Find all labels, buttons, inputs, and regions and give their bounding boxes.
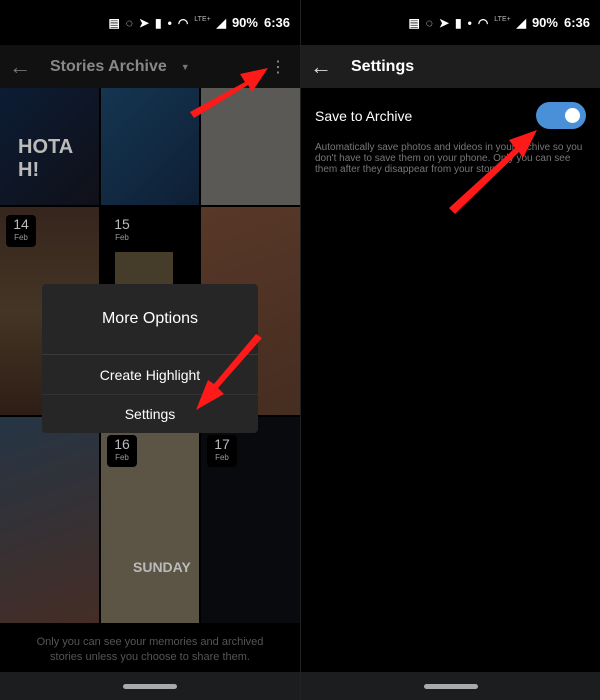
create-highlight-option[interactable]: Create Highlight (42, 355, 258, 394)
battery-level: 90% (531, 15, 558, 30)
story-tile[interactable]: 16 Feb SUNDAY (101, 417, 199, 623)
dot-icon: • (167, 15, 172, 30)
toolbar: ← Settings (301, 45, 600, 88)
page-title[interactable]: Stories Archive (50, 58, 167, 76)
setting-label: Save to Archive (315, 107, 413, 124)
story-tile[interactable] (101, 88, 199, 205)
navigation-bar (301, 672, 600, 700)
home-gesture-handle[interactable] (123, 684, 177, 689)
save-to-archive-row: Save to Archive (315, 102, 586, 129)
tile-caption: SUNDAY (133, 559, 191, 575)
page-title: Settings (351, 57, 415, 75)
story-tile[interactable]: HOTA H! (0, 88, 99, 205)
setting-description: Automatically save photos and videos in … (315, 142, 583, 175)
date-badge: 15 Feb (114, 216, 130, 242)
story-tile[interactable]: 17 Feb (201, 417, 300, 623)
message-icon: ▤ (108, 15, 120, 30)
settings-screen: ▤ ◌ ➤ ▮ • ◠ LTE+ ◢ 90% 6:36 ← Settings S… (300, 0, 600, 700)
wifi-icon: ◠ (177, 15, 189, 30)
status-bar: ▤ ◌ ➤ ▮ • ◠ LTE+ ◢ 90% 6:36 (301, 0, 600, 45)
battery-icon: ▮ (155, 15, 162, 30)
network-type: LTE+ (494, 16, 511, 23)
network-type: LTE+ (194, 16, 211, 23)
wifi-icon: ◠ (477, 15, 489, 30)
date-badge: 16 Feb (107, 435, 137, 467)
whatsapp-icon: ◌ (125, 15, 133, 30)
toolbar: ← Stories Archive ▼ ⋮ (0, 45, 300, 88)
toggle-knob (565, 108, 580, 123)
clock: 6:36 (263, 15, 290, 30)
home-gesture-handle[interactable] (424, 684, 478, 689)
telegram-icon: ➤ (438, 15, 449, 30)
signal-icon: ◢ (216, 15, 226, 30)
signal-icon: ◢ (516, 15, 526, 30)
privacy-note: Only you can see your memories and archi… (36, 636, 264, 663)
navigation-bar (0, 672, 300, 700)
story-tile[interactable] (201, 88, 300, 205)
message-icon: ▤ (408, 15, 420, 30)
dropdown-icon[interactable]: ▼ (181, 62, 190, 72)
dot-icon: • (467, 15, 472, 30)
tile-caption: HOTA H! (18, 136, 73, 181)
story-tile[interactable] (0, 417, 99, 623)
battery-icon: ▮ (455, 15, 462, 30)
date-badge: 14 Feb (6, 215, 36, 247)
date-badge: 17 Feb (207, 435, 237, 467)
dialog-title: More Options (42, 284, 258, 355)
telegram-icon: ➤ (138, 15, 149, 30)
stories-archive-screen: ▤ ◌ ➤ ▮ • ◠ LTE+ ◢ 90% 6:36 ← Stories Ar… (0, 0, 300, 700)
battery-level: 90% (231, 15, 258, 30)
more-options-dialog: More Options Create Highlight Settings (42, 284, 258, 433)
back-arrow-icon[interactable]: ← (301, 54, 341, 80)
settings-option[interactable]: Settings (42, 394, 258, 433)
clock: 6:36 (563, 15, 590, 30)
whatsapp-icon: ◌ (425, 15, 433, 30)
more-options-icon[interactable]: ⋮ (270, 57, 286, 77)
status-bar: ▤ ◌ ➤ ▮ • ◠ LTE+ ◢ 90% 6:36 (0, 0, 300, 45)
save-to-archive-toggle[interactable] (536, 102, 586, 129)
back-arrow-icon[interactable]: ← (0, 54, 40, 80)
